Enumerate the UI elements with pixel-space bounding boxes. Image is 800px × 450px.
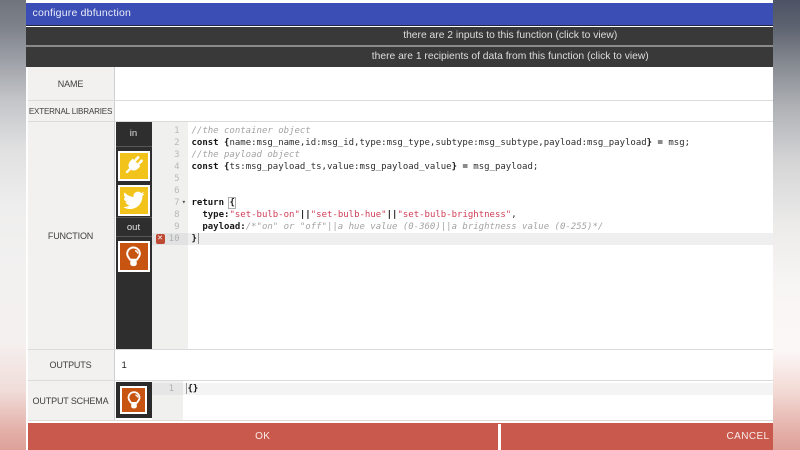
code-line: return { bbox=[191, 197, 235, 208]
twitter-bird-icon bbox=[123, 191, 145, 209]
gutter-line-number: 1 bbox=[174, 125, 180, 136]
name-label: NAME bbox=[27, 67, 115, 100]
lightbulb-icon bbox=[127, 391, 140, 409]
configure-dbfunction-dialog: configure dbfunction there are 2 inputs … bbox=[26, 0, 773, 450]
schema-editor-gutter: 1 bbox=[151, 381, 183, 420]
gutter-line-number: 9 bbox=[174, 221, 180, 232]
background-left bbox=[0, 0, 27, 450]
dialog-title: configure dbfunction bbox=[32, 6, 132, 19]
external-libraries-input[interactable] bbox=[116, 101, 773, 121]
function-code-editor[interactable]: //the container object const {name:msg_na… bbox=[188, 122, 773, 349]
code-line: //the container object bbox=[191, 125, 311, 136]
gutter-line-number: 8 bbox=[174, 209, 180, 220]
background-right bbox=[772, 0, 800, 450]
code-line: payload:/*"on" or "off"||a hue value (0-… bbox=[191, 221, 604, 232]
recipients-banner-label: there are 1 recipients of data from this… bbox=[371, 50, 649, 62]
input-node-plug[interactable] bbox=[118, 151, 150, 181]
output-schema-label: OUTPUT SCHEMA bbox=[27, 381, 115, 420]
schema-node-lightbulb[interactable] bbox=[120, 386, 147, 414]
gutter-line-number: 4 bbox=[174, 161, 180, 172]
schema-node-cell bbox=[115, 381, 152, 418]
ok-button[interactable]: OK bbox=[28, 423, 499, 450]
inputs-section-label: in bbox=[115, 122, 152, 147]
gutter-line-number: 5 bbox=[174, 173, 180, 184]
lightbulb-icon bbox=[126, 246, 142, 266]
dialog-titlebar: configure dbfunction bbox=[26, 2, 773, 26]
schema-code-editor[interactable]: {} bbox=[183, 381, 773, 420]
gutter-line-number: 6 bbox=[174, 185, 180, 196]
code-line: const {ts:msg_payload_ts,value:msg_paylo… bbox=[191, 161, 539, 172]
name-input[interactable] bbox=[116, 67, 773, 100]
function-row: FUNCTION in out 1 2 3 4 5 6 7 ▾ 8 9 10 ✕… bbox=[27, 122, 773, 350]
code-line: {} bbox=[187, 383, 199, 394]
outputs-row: OUTPUTS 1 bbox=[27, 350, 773, 381]
gutter-line-number: 10 ✕ bbox=[151, 232, 188, 245]
outputs-label: OUTPUTS bbox=[27, 350, 115, 380]
external-libraries-label: EXTERNAL LIBRARIES bbox=[27, 101, 115, 121]
code-line: } bbox=[191, 233, 197, 244]
recipients-banner[interactable]: there are 1 recipients of data from this… bbox=[26, 46, 773, 67]
schema-text-cursor bbox=[185, 383, 188, 394]
schema-active-line-highlight bbox=[183, 382, 773, 395]
cancel-button[interactable]: CANCEL bbox=[501, 423, 773, 450]
output-schema-row: OUTPUT SCHEMA 1 {} bbox=[27, 381, 773, 421]
code-line: //the payload object bbox=[191, 149, 300, 160]
function-code-lines: //the container object const {name:msg_na… bbox=[192, 125, 691, 245]
gutter-line-number: 1 bbox=[151, 382, 183, 395]
outputs-value-input[interactable]: 1 bbox=[122, 350, 127, 380]
dialog-footer: OK CANCEL bbox=[27, 422, 773, 450]
code-line: type:"set-bulb-on"||"set-bulb-hue"||"set… bbox=[191, 209, 517, 220]
error-marker-icon[interactable]: ✕ bbox=[155, 234, 165, 244]
plug-icon bbox=[126, 156, 144, 174]
outputs-section-label: out bbox=[115, 216, 152, 237]
inputs-banner-label: there are 2 inputs to this function (cli… bbox=[403, 29, 618, 41]
inputs-banner[interactable]: there are 2 inputs to this function (cli… bbox=[26, 26, 773, 45]
function-label: FUNCTION bbox=[27, 122, 115, 349]
gutter-line-number: 7 ▾ bbox=[174, 197, 186, 208]
gutter-line-number: 2 bbox=[174, 137, 180, 148]
function-editor-gutter: 1 2 3 4 5 6 7 ▾ 8 9 10 ✕ bbox=[151, 122, 188, 349]
schema-code-lines: {} bbox=[188, 383, 199, 395]
name-row: NAME bbox=[27, 67, 773, 101]
gutter-line-number: 3 bbox=[174, 149, 180, 160]
text-cursor bbox=[197, 233, 200, 244]
external-libraries-row: EXTERNAL LIBRARIES bbox=[27, 101, 773, 122]
output-node-lightbulb[interactable] bbox=[118, 241, 150, 272]
function-node-strip: in out bbox=[115, 122, 152, 349]
code-line: const {name:msg_name,id:msg_id,type:msg_… bbox=[191, 137, 691, 148]
fold-arrow-icon[interactable]: ▾ bbox=[182, 198, 186, 207]
input-node-twitter[interactable] bbox=[118, 185, 150, 216]
